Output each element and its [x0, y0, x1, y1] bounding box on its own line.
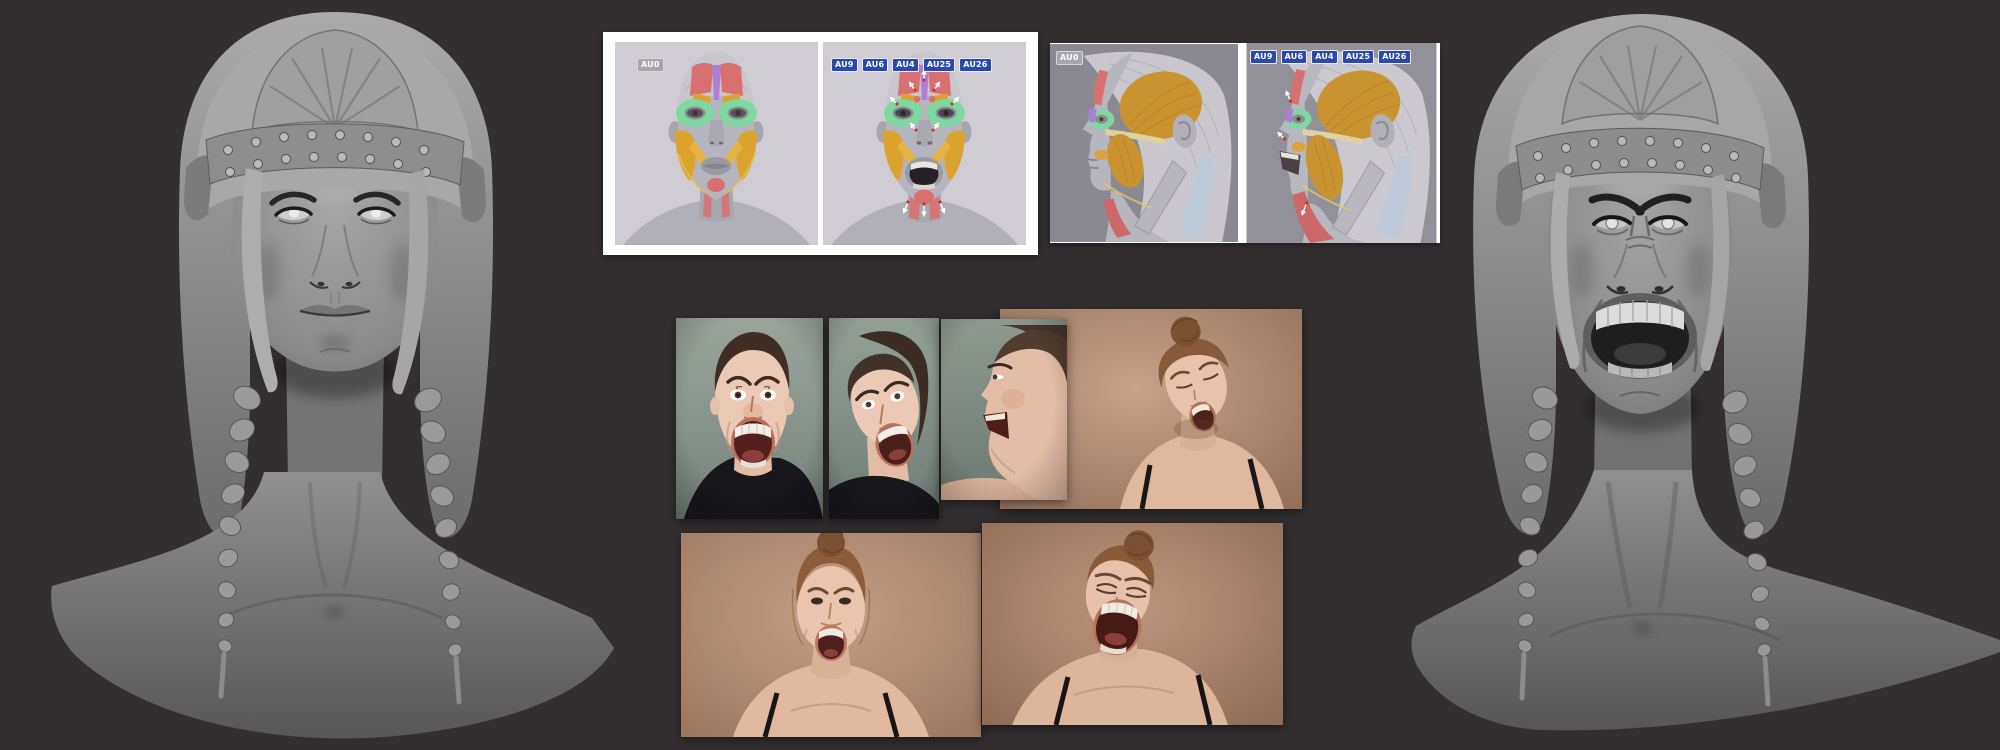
- au-badge-row-scream: AU9 AU6 AU4 AU25 AU26: [1250, 50, 1411, 64]
- anatomy-side-neutral-panel: AU0: [1050, 43, 1238, 243]
- anatomy-side-scream-panel: AU9 AU6 AU4 AU25 AU26: [1243, 43, 1440, 243]
- au-badge: AU25: [922, 58, 956, 72]
- au-badge-row-scream: AU9 AU6 AU4 AU25 AU26: [831, 58, 992, 72]
- au-badge: AU9: [1250, 50, 1277, 64]
- anatomy-side-reference: AU0 AU9 AU6 AU4 AU25 AU26: [1050, 43, 1440, 243]
- scream-head-lowered-photo-illustration: [681, 533, 981, 737]
- chest: [51, 472, 614, 739]
- scream-front-photo-illustration: [676, 318, 823, 519]
- scream-eyes-shut-photo-illustration: [982, 523, 1283, 725]
- anatomy-front-reference: AU0 AU9 AU6 AU4 AU25 AU26: [603, 32, 1038, 255]
- anatomy-front-neutral-illustration: [615, 42, 818, 245]
- au-badge: AU26: [1378, 50, 1411, 64]
- anatomy-side-neutral-illustration: [1050, 44, 1238, 242]
- scream-profile-photo-illustration: [941, 319, 1067, 500]
- reference-photo-scream-eyes-shut: [982, 523, 1283, 725]
- neutral-sculpt-render: [51, 12, 614, 739]
- au-badge: AU25: [1341, 50, 1375, 64]
- anatomy-front-neutral-panel: AU0: [615, 42, 818, 245]
- au-badge: AU0: [1056, 51, 1083, 65]
- scream-three-quarter-photo-illustration: [829, 318, 939, 519]
- au-badge: AU26: [959, 58, 992, 72]
- reference-photo-scream-head-lowered: [681, 533, 981, 737]
- au-badge-row-neutral: AU0: [637, 58, 664, 72]
- reference-photo-scream-three-quarter: [829, 318, 939, 519]
- anatomy-front-scream-panel: AU9 AU6 AU4 AU25 AU26: [823, 42, 1026, 245]
- chest: [1411, 470, 2000, 731]
- au-badge: AU0: [637, 58, 664, 72]
- reference-board: AU0 AU9 AU6 AU4 AU25 AU26 AU0 AU9 AU6 AU…: [0, 0, 2000, 750]
- au-badge: AU4: [892, 58, 919, 72]
- scream-sculpt-render: [1411, 14, 2000, 731]
- reference-photo-scream-front: [676, 318, 823, 519]
- anatomy-front-scream-illustration: [823, 42, 1026, 245]
- au-badge: AU9: [831, 58, 858, 72]
- au-badge-row-neutral: AU0: [1056, 51, 1083, 65]
- au-badge: AU6: [1280, 50, 1308, 64]
- reference-photo-scream-profile: [941, 319, 1067, 500]
- au-badge: AU6: [861, 58, 889, 72]
- anatomy-side-scream-illustration: [1246, 43, 1437, 243]
- au-badge: AU4: [1311, 50, 1338, 64]
